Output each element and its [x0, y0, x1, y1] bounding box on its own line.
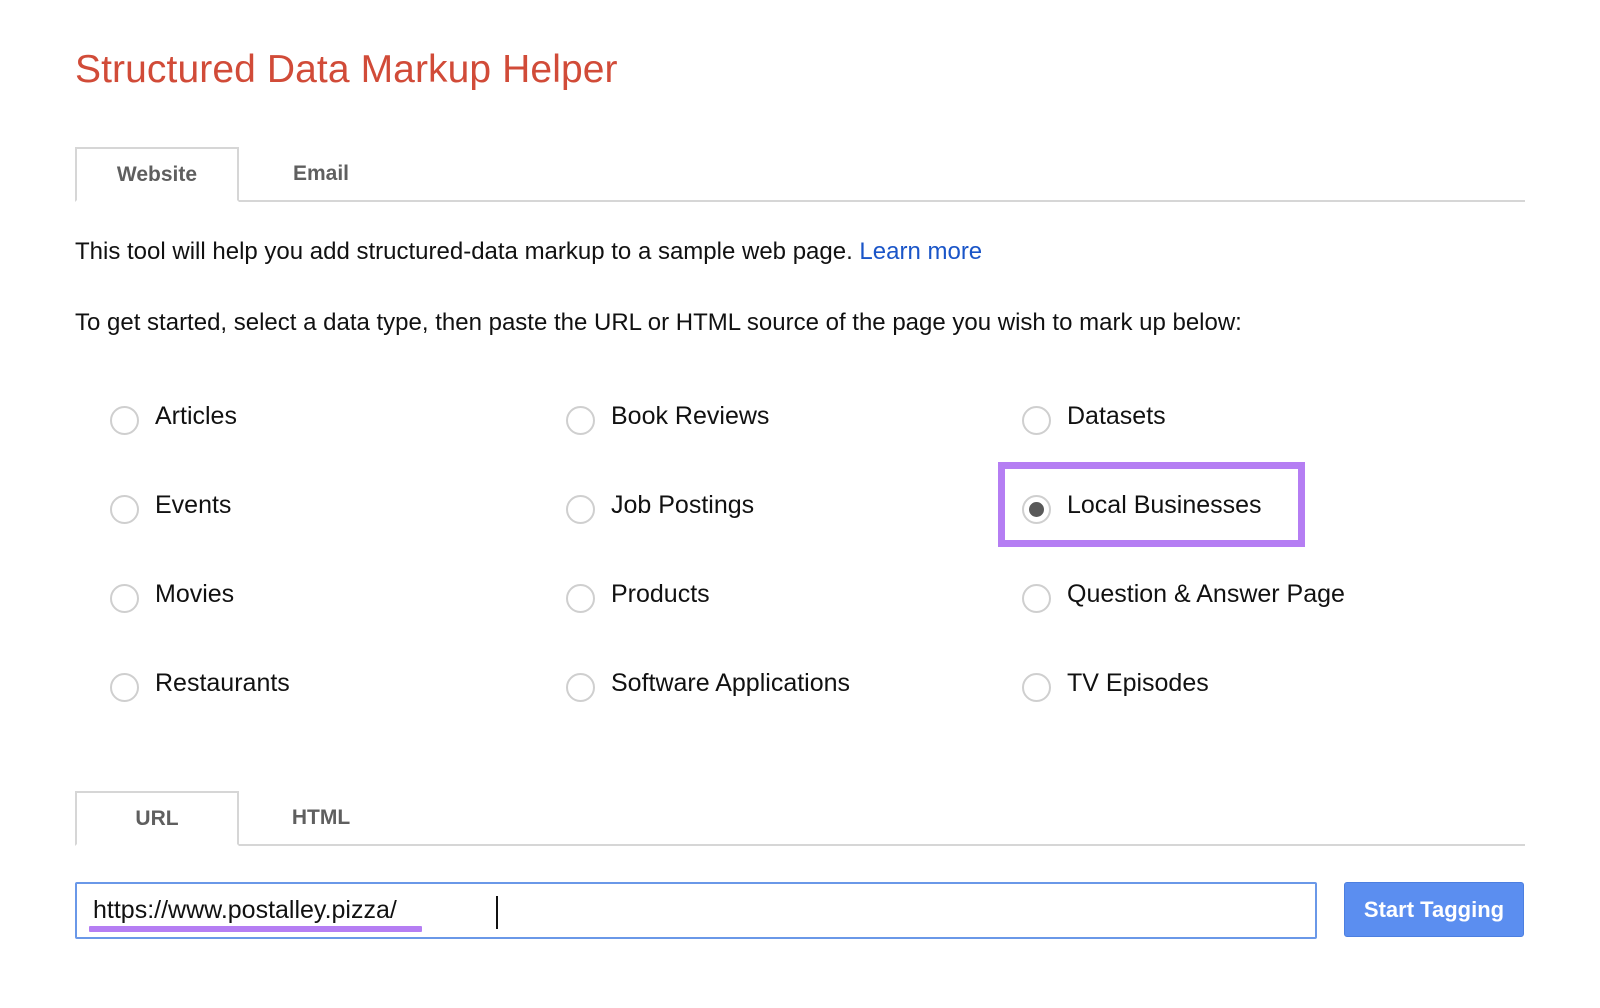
- radio-dot-icon: [1029, 501, 1044, 517]
- option-label: Movies: [155, 579, 235, 608]
- radio-button[interactable]: [1022, 583, 1051, 613]
- instructions-text: To get started, select a data type, then…: [75, 309, 1242, 336]
- option-label: Question & Answer Page: [1067, 579, 1345, 608]
- radio-button[interactable]: [110, 405, 139, 435]
- radio-button[interactable]: [110, 583, 139, 613]
- option-job-postings[interactable]: Job Postings: [566, 485, 754, 525]
- page-title: Structured Data Markup Helper: [75, 48, 618, 91]
- option-label: Products: [611, 579, 710, 608]
- option-restaurants[interactable]: Restaurants: [110, 663, 290, 703]
- tab-url[interactable]: URL: [75, 791, 239, 846]
- radio-button[interactable]: [566, 583, 595, 613]
- option-label: TV Episodes: [1067, 668, 1209, 697]
- option-software-applications[interactable]: Software Applications: [566, 663, 850, 703]
- url-highlight-underline: [89, 926, 422, 932]
- radio-button[interactable]: [110, 672, 139, 702]
- option-book-reviews[interactable]: Book Reviews: [566, 396, 769, 436]
- tab-email[interactable]: Email: [239, 147, 403, 200]
- start-tagging-button[interactable]: Start Tagging: [1344, 882, 1524, 937]
- tab-html[interactable]: HTML: [239, 791, 403, 844]
- option-articles[interactable]: Articles: [110, 396, 237, 436]
- option-label: Restaurants: [155, 668, 290, 697]
- radio-button-selected[interactable]: [1022, 494, 1051, 524]
- intro-sentence: This tool will help you add structured-d…: [75, 238, 853, 265]
- option-events[interactable]: Events: [110, 485, 231, 525]
- radio-button[interactable]: [566, 672, 595, 702]
- radio-button[interactable]: [1022, 405, 1051, 435]
- option-tv-episodes[interactable]: TV Episodes: [1022, 663, 1209, 703]
- option-label: Book Reviews: [611, 401, 770, 430]
- text-cursor: [496, 896, 498, 929]
- source-tabs: Website Email: [75, 147, 1525, 202]
- learn-more-link[interactable]: Learn more: [859, 238, 982, 265]
- url-input[interactable]: [93, 890, 1293, 930]
- option-label: Articles: [155, 401, 237, 430]
- option-label: Datasets: [1067, 401, 1166, 430]
- option-label: Job Postings: [611, 490, 755, 519]
- option-products[interactable]: Products: [566, 574, 710, 614]
- option-question-answer-page[interactable]: Question & Answer Page: [1022, 574, 1345, 614]
- input-tabs: URL HTML: [75, 791, 1525, 846]
- radio-button[interactable]: [566, 405, 595, 435]
- radio-button[interactable]: [1022, 672, 1051, 702]
- intro-text: This tool will help you add structured-d…: [75, 238, 982, 266]
- option-label: Software Applications: [611, 668, 851, 697]
- tab-website[interactable]: Website: [75, 147, 239, 202]
- option-movies[interactable]: Movies: [110, 574, 234, 614]
- option-label: Local Businesses: [1067, 490, 1262, 519]
- radio-button[interactable]: [566, 494, 595, 524]
- radio-button[interactable]: [110, 494, 139, 524]
- option-label: Events: [155, 490, 232, 519]
- option-local-businesses[interactable]: Local Businesses: [1022, 485, 1262, 525]
- option-datasets[interactable]: Datasets: [1022, 396, 1166, 436]
